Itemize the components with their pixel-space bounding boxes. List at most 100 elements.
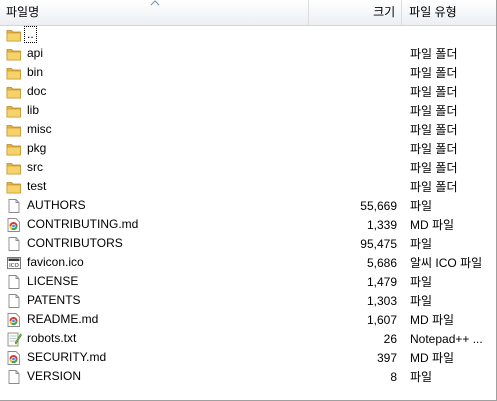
file-name: CONTRIBUTING.md: [27, 217, 139, 231]
file-row[interactable]: CONTRIBUTING.md 1,339 MD 파일: [0, 215, 496, 234]
folder-icon: [6, 84, 22, 100]
file-type: 파일: [410, 275, 433, 289]
file-size: 1,479: [366, 274, 397, 289]
file-name: README.md: [27, 312, 99, 326]
file-type: 파일: [410, 237, 433, 251]
file-icon: [6, 236, 22, 252]
folder-row[interactable]: ..: [0, 25, 496, 44]
file-row[interactable]: PATENTS 1,303 파일: [0, 291, 496, 310]
folder-icon: [6, 103, 22, 119]
folder-row[interactable]: test 파일 폴더: [0, 177, 496, 196]
file-size: 397: [376, 350, 397, 365]
file-name: VERSION: [27, 369, 82, 383]
name-cell: AUTHORS: [0, 198, 310, 214]
folder-row[interactable]: api 파일 폴더: [0, 44, 496, 63]
ico-file-icon: ICO: [6, 255, 22, 271]
column-header-size[interactable]: 크기: [309, 0, 403, 25]
file-size: 8: [390, 369, 397, 384]
chrome-file-icon: [6, 312, 22, 328]
name-cell: ICO favicon.ico: [0, 255, 310, 271]
file-row[interactable]: AUTHORS 55,669 파일: [0, 196, 496, 215]
file-size: 26: [383, 331, 397, 346]
name-cell: CONTRIBUTING.md: [0, 217, 310, 233]
file-rows: .. api 파일 폴더 bin 파일 폴더 doc 파일 폴더 lib 파일 폴더 misc 파일…: [0, 25, 496, 386]
file-type: 파일 폴더: [410, 104, 458, 118]
file-type: 파일: [410, 294, 433, 308]
name-cell: bin: [0, 65, 310, 81]
svg-text:ICO: ICO: [9, 263, 19, 269]
file-name: CONTRIBUTORS: [27, 236, 123, 250]
column-header-type[interactable]: 파일 유형: [402, 0, 496, 25]
folder-icon: [6, 65, 22, 81]
file-row[interactable]: VERSION 8 파일: [0, 367, 496, 386]
folder-icon: [6, 160, 22, 176]
chrome-file-icon: [6, 217, 22, 233]
file-name: LICENSE: [27, 274, 79, 288]
file-icon: [6, 369, 22, 385]
name-cell: api: [0, 46, 310, 62]
file-row[interactable]: SECURITY.md 397 MD 파일: [0, 348, 496, 367]
name-cell: robots.txt: [0, 331, 310, 347]
name-cell: PATENTS: [0, 293, 310, 309]
file-name: src: [27, 160, 43, 174]
folder-row[interactable]: misc 파일 폴더: [0, 120, 496, 139]
file-name: SECURITY.md: [27, 350, 107, 364]
column-header: 파일명 크기 파일 유형: [0, 0, 496, 26]
column-header-name-label: 파일명: [6, 5, 40, 19]
folder-row[interactable]: lib 파일 폴더: [0, 101, 496, 120]
file-name: lib: [27, 103, 40, 117]
file-name: api: [27, 46, 44, 60]
file-name: misc: [27, 122, 52, 136]
notepad-file-icon: [6, 331, 22, 347]
file-row[interactable]: LICENSE 1,479 파일: [0, 272, 496, 291]
folder-row[interactable]: pkg 파일 폴더: [0, 139, 496, 158]
folder-icon: [6, 179, 22, 195]
file-type: Notepad++ ...: [410, 331, 483, 346]
file-row[interactable]: CONTRIBUTORS 95,475 파일: [0, 234, 496, 253]
file-icon: [6, 198, 22, 214]
folder-icon: [6, 46, 22, 62]
file-size: 5,686: [366, 255, 397, 270]
file-size: 1,303: [366, 293, 397, 308]
file-name: favicon.ico: [27, 255, 84, 269]
file-size: 1,607: [366, 312, 397, 327]
file-name: PATENTS: [27, 293, 81, 307]
folder-icon: [6, 122, 22, 138]
file-icon: [6, 293, 22, 309]
column-header-type-label: 파일 유형: [409, 5, 457, 19]
column-header-name[interactable]: 파일명: [0, 0, 310, 25]
file-name: AUTHORS: [27, 198, 86, 212]
file-size: 55,669: [360, 198, 397, 213]
name-cell: ..: [0, 26, 310, 43]
chrome-file-icon: [6, 350, 22, 366]
file-name: bin: [27, 65, 44, 79]
file-type: 파일: [410, 199, 433, 213]
file-type: 파일 폴더: [410, 142, 458, 156]
file-list-window: 파일명 크기 파일 유형 .. api 파일 폴더 bin 파일 폴더 doc 파일 폴더 l…: [0, 0, 497, 401]
file-name: doc: [27, 84, 47, 98]
file-type: 알씨 ICO 파일: [410, 256, 483, 270]
name-cell: LICENSE: [0, 274, 310, 290]
file-type: MD 파일: [410, 218, 455, 232]
file-row[interactable]: ICO favicon.ico 5,686 알씨 ICO 파일: [0, 253, 496, 272]
name-cell: CONTRIBUTORS: [0, 236, 310, 252]
folder-row[interactable]: src 파일 폴더: [0, 158, 496, 177]
name-cell: misc: [0, 122, 310, 138]
folder-row[interactable]: doc 파일 폴더: [0, 82, 496, 101]
file-type: 파일 폴더: [410, 180, 458, 194]
name-cell: README.md: [0, 312, 310, 328]
column-header-size-label: 크기: [373, 5, 396, 19]
file-icon: [6, 274, 22, 290]
folder-row[interactable]: bin 파일 폴더: [0, 63, 496, 82]
file-name: robots.txt: [27, 331, 77, 345]
name-cell: doc: [0, 84, 310, 100]
file-name: test: [27, 179, 47, 193]
file-type: 파일: [410, 370, 433, 384]
file-row[interactable]: robots.txt 26 Notepad++ ...: [0, 329, 496, 348]
file-type: 파일 폴더: [410, 123, 458, 137]
file-type: MD 파일: [410, 351, 455, 365]
file-type: 파일 폴더: [410, 47, 458, 61]
file-type: MD 파일: [410, 313, 455, 327]
file-row[interactable]: README.md 1,607 MD 파일: [0, 310, 496, 329]
file-name: pkg: [27, 141, 47, 155]
